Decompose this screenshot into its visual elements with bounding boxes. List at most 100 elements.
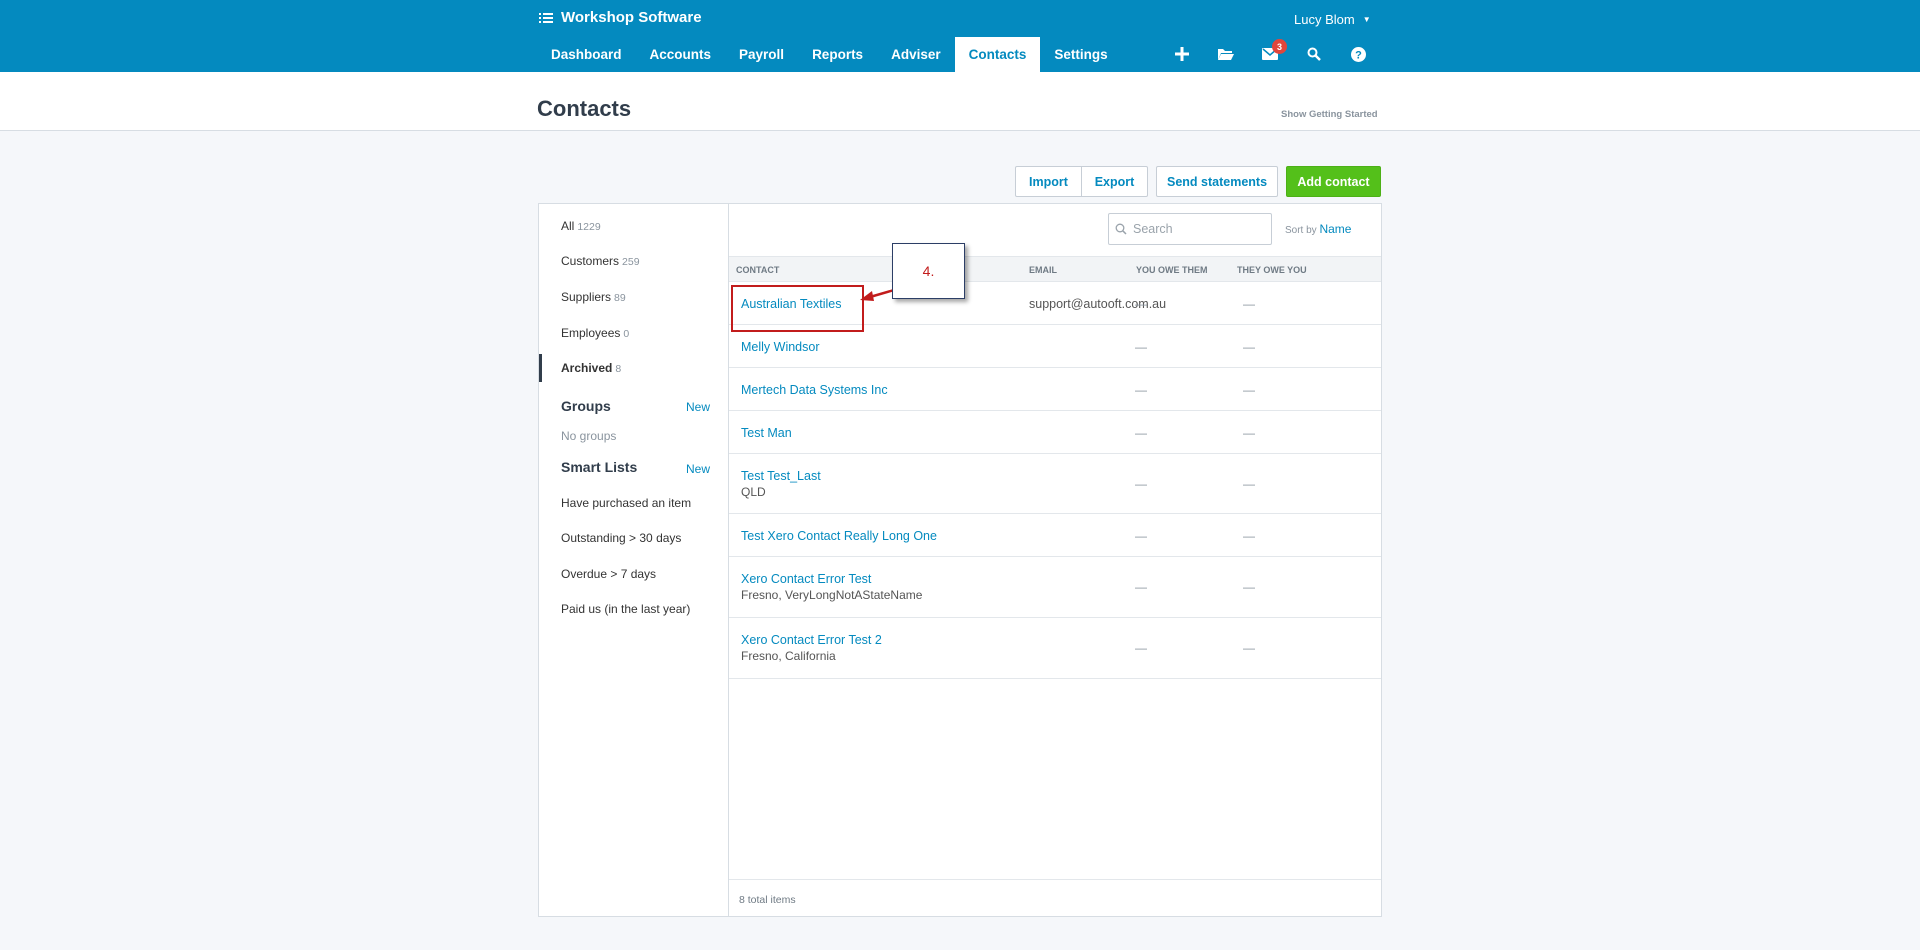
active-filter-indicator	[539, 354, 542, 382]
they-owe-value: —	[1243, 477, 1255, 491]
contact-name-link[interactable]: Test Xero Contact Really Long One	[741, 529, 937, 543]
search-input[interactable]	[1133, 222, 1263, 236]
you-owe-value: —	[1135, 340, 1147, 354]
they-owe-value: —	[1243, 529, 1255, 543]
add-contact-button[interactable]: Add contact	[1286, 166, 1381, 197]
mail-icon[interactable]: 3	[1248, 39, 1292, 67]
app-title: Workshop Software	[561, 9, 702, 26]
contacts-panel: All 1229 Customers 259 Suppliers 89 Employe…	[538, 203, 1382, 917]
filter-count: 259	[622, 256, 640, 268]
step-callout: 4.	[892, 243, 965, 299]
table-footer: 8 total items	[729, 879, 1381, 916]
column-email[interactable]: EMAIL	[1029, 265, 1057, 275]
total-items-text: 8 total items	[739, 894, 796, 906]
nav-icons: 3 ?	[1160, 39, 1380, 67]
app-brand[interactable]: Workshop Software	[539, 9, 702, 26]
contact-name-link[interactable]: Test Man	[741, 426, 792, 440]
contact-name-link[interactable]: Xero Contact Error Test	[741, 572, 871, 586]
they-owe-value: —	[1243, 426, 1255, 440]
menu-icon[interactable]	[539, 12, 553, 24]
filter-all[interactable]: All 1229	[561, 219, 601, 233]
sort-by-name-link[interactable]: Name	[1319, 222, 1351, 236]
contact-location: Fresno, VeryLongNotAStateName	[741, 588, 923, 602]
nav-reports[interactable]: Reports	[798, 37, 877, 72]
contact-name-link[interactable]: Xero Contact Error Test 2	[741, 633, 882, 647]
you-owe-value: —	[1135, 580, 1147, 594]
smart-list-paid-us[interactable]: Paid us (in the last year)	[561, 602, 690, 616]
filter-label: All	[561, 219, 575, 233]
filter-label: Employees	[561, 326, 621, 340]
new-smart-list-link[interactable]: New	[686, 462, 710, 476]
contact-actions: Import Export Send statements Add contac…	[1015, 166, 1381, 197]
column-you-owe-them[interactable]: YOU OWE THEM	[1136, 265, 1208, 275]
nav-settings[interactable]: Settings	[1040, 37, 1121, 72]
contact-location: Fresno, California	[741, 649, 836, 663]
mail-badge: 3	[1272, 39, 1287, 54]
they-owe-value: —	[1243, 580, 1255, 594]
svg-text:?: ?	[1355, 49, 1362, 61]
you-owe-value: —	[1135, 297, 1147, 311]
nav-payroll[interactable]: Payroll	[725, 37, 798, 72]
main-nav: Dashboard Accounts Payroll Reports Advis…	[537, 37, 1122, 72]
filter-label: Archived	[561, 361, 613, 375]
filter-count: 89	[614, 292, 626, 304]
sort-label: Sort by	[1285, 225, 1317, 236]
user-name: Lucy Blom	[1294, 12, 1355, 27]
contact-name-link[interactable]: Test Test_Last	[741, 469, 821, 483]
send-statements-button[interactable]: Send statements	[1156, 166, 1278, 197]
import-button[interactable]: Import	[1015, 166, 1082, 197]
filter-customers[interactable]: Customers 259	[561, 254, 640, 268]
nav-contacts[interactable]: Contacts	[954, 37, 1041, 72]
search-icon[interactable]	[1292, 41, 1336, 67]
table-row[interactable]: Mertech Data Systems Inc — —	[729, 368, 1381, 411]
caret-down-icon: ▼	[1362, 15, 1371, 24]
contact-name-link[interactable]: Melly Windsor	[741, 340, 820, 354]
nav-dashboard[interactable]: Dashboard	[537, 37, 636, 72]
step-number: 4.	[922, 263, 935, 279]
they-owe-value: —	[1243, 340, 1255, 354]
smart-list-outstanding[interactable]: Outstanding > 30 days	[561, 531, 681, 545]
column-contact[interactable]: CONTACT	[736, 265, 779, 275]
you-owe-value: —	[1135, 426, 1147, 440]
groups-heading: Groups	[561, 398, 611, 414]
table-row[interactable]: Test Man — —	[729, 411, 1381, 454]
export-button[interactable]: Export	[1082, 166, 1148, 197]
contacts-sidebar: All 1229 Customers 259 Suppliers 89 Employe…	[539, 204, 729, 916]
show-getting-started-link[interactable]: Show Getting Started	[1281, 109, 1378, 120]
you-owe-value: —	[1135, 383, 1147, 397]
search-box[interactable]	[1108, 213, 1272, 245]
you-owe-value: —	[1135, 529, 1147, 543]
filter-label: Customers	[561, 254, 620, 268]
top-bar: Workshop Software Lucy Blom ▼ Dashboard …	[0, 0, 1920, 72]
search-icon	[1115, 223, 1127, 235]
page-header: Contacts Show Getting Started	[0, 72, 1920, 131]
table-row[interactable]: Xero Contact Error Test Fresno, VeryLong…	[729, 557, 1381, 618]
you-owe-value: —	[1135, 477, 1147, 491]
filter-employees[interactable]: Employees 0	[561, 326, 629, 340]
nav-accounts[interactable]: Accounts	[636, 37, 726, 72]
table-row[interactable]: Xero Contact Error Test 2 Fresno, Califo…	[729, 618, 1381, 679]
folder-icon[interactable]	[1204, 41, 1248, 67]
filter-suppliers[interactable]: Suppliers 89	[561, 290, 626, 304]
they-owe-value: —	[1243, 383, 1255, 397]
user-menu[interactable]: Lucy Blom ▼	[1294, 12, 1371, 27]
new-group-link[interactable]: New	[686, 400, 710, 414]
smart-list-overdue[interactable]: Overdue > 7 days	[561, 567, 656, 581]
contact-location: QLD	[741, 485, 766, 499]
smart-list-purchased-item[interactable]: Have purchased an item	[561, 496, 691, 510]
table-row[interactable]: Test Test_Last QLD — —	[729, 454, 1381, 514]
contact-name-link[interactable]: Mertech Data Systems Inc	[741, 383, 888, 397]
you-owe-value: —	[1135, 641, 1147, 655]
filter-archived[interactable]: Archived 8	[561, 361, 621, 375]
sort-control: Sort by Name	[1285, 222, 1351, 236]
filter-count: 1229	[577, 221, 601, 233]
filter-label: Suppliers	[561, 290, 612, 304]
table-row[interactable]: Test Xero Contact Really Long One — —	[729, 514, 1381, 557]
plus-icon[interactable]	[1160, 41, 1204, 67]
table-header: CONTACT EMAIL YOU OWE THEM THEY OWE YOU	[729, 256, 1381, 282]
help-icon[interactable]: ?	[1336, 41, 1380, 67]
they-owe-value: —	[1243, 641, 1255, 655]
nav-adviser[interactable]: Adviser	[877, 37, 955, 72]
filter-count: 0	[623, 328, 630, 340]
column-they-owe-you[interactable]: THEY OWE YOU	[1237, 265, 1307, 275]
